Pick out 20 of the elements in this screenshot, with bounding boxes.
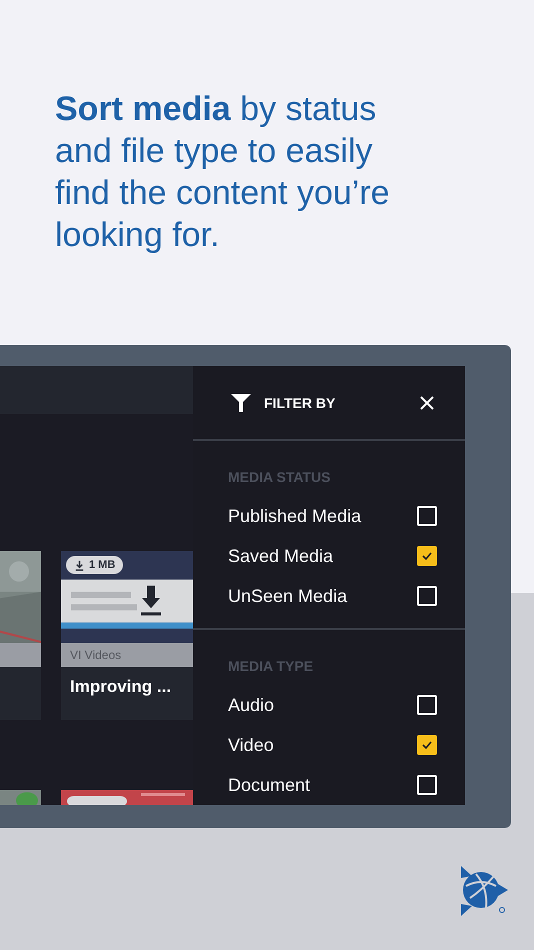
panel-title: FILTER BY — [264, 394, 336, 410]
file-size: 1 MB — [89, 559, 116, 571]
headline: Sort media by status and file type to easily find the content you’re looking for. — [55, 89, 391, 256]
section-heading: MEDIA TYPE — [228, 658, 314, 674]
close-icon — [419, 394, 435, 410]
checkbox[interactable] — [417, 735, 437, 755]
media-card[interactable]: 1 MB VI Videos Improving ... — [61, 551, 193, 720]
download-icon — [74, 560, 85, 570]
filter-icon — [231, 394, 251, 412]
section-heading: MEDIA STATUS — [228, 469, 332, 485]
option-label: Published Media — [228, 506, 362, 526]
category-label: VI Videos — [61, 643, 193, 667]
option-label: Saved Media — [228, 546, 334, 566]
option-label: UnSeen Media — [228, 586, 348, 606]
card-title: Improving ... — [69, 676, 172, 697]
checkbox[interactable] — [417, 546, 437, 566]
option-label: Audio — [228, 694, 274, 716]
option-label: Video — [228, 734, 274, 756]
option-label: Document — [228, 774, 310, 796]
logo-icon — [458, 864, 508, 918]
